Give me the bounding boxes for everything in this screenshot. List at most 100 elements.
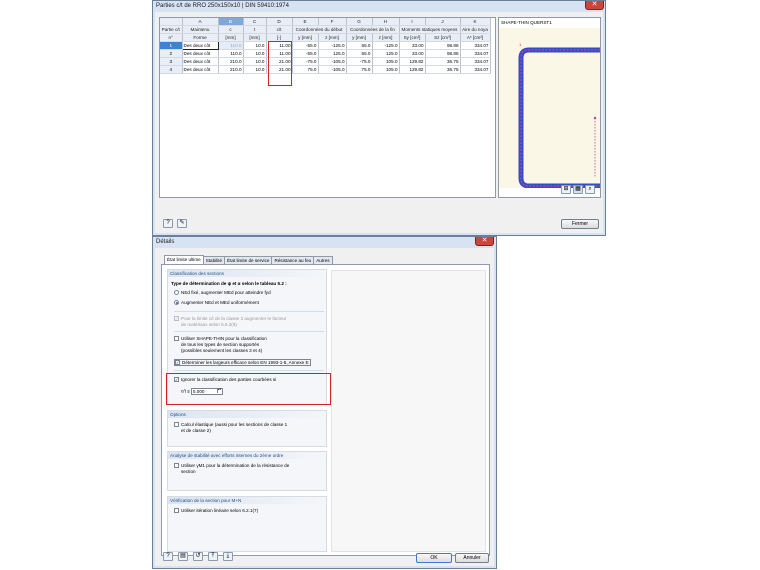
col-letter[interactable]: I — [399, 18, 426, 26]
col-letter[interactable]: H — [372, 18, 400, 26]
cell-z2[interactable]: 105.0 — [372, 65, 400, 74]
cell-z1[interactable]: 125.0 — [318, 49, 347, 58]
checkbox-linear-iteration[interactable]: Utiliser itération linéaire selon 6.2.1(… — [174, 508, 258, 514]
cancel-button[interactable]: Annuler — [455, 553, 489, 563]
cell-sz[interactable]: 36.75 — [425, 65, 461, 74]
checkbox-shape-thin[interactable]: Utiliser SHAPE-THIN pour la classificati… — [174, 336, 267, 342]
cell-z2[interactable]: 105.0 — [372, 57, 400, 66]
table-row[interactable]: 2 Des deux côt 110.0 10.0 11.00 -55.0 125.0 55.… — [160, 49, 491, 58]
section-graphic-panel: SHAPE-THIN QUERST1 1 ⊞ ▦ ⌕ — [498, 17, 601, 198]
cell-c[interactable]: 210.0 — [218, 65, 244, 74]
cell-form[interactable]: Des deux côt — [182, 57, 219, 66]
cell-y1[interactable]: -55.0 — [292, 49, 319, 58]
display-icon[interactable]: ▦ — [573, 185, 583, 194]
col-header: Maintenu — [182, 25, 219, 34]
row-number[interactable]: 3 — [160, 57, 183, 66]
col-letter[interactable]: J — [425, 18, 461, 26]
table-row[interactable]: 1 Des deux côt 110.0 10.0 11.00 -55.0 -125.0 55… — [160, 41, 491, 50]
close-window-button[interactable]: ✕ — [585, 1, 604, 10]
cell-t[interactable]: 10.0 — [243, 49, 267, 58]
col-header: t — [243, 25, 267, 34]
cell-sy[interactable]: 129.82 — [399, 57, 426, 66]
col-unit: [mm] — [243, 33, 267, 42]
cell-z1[interactable]: -105.0 — [318, 57, 347, 66]
help-icon[interactable]: ? — [163, 552, 173, 561]
cell-z1[interactable]: -125.0 — [318, 41, 347, 50]
cell-z2[interactable]: 125.0 — [372, 49, 400, 58]
cell-sy[interactable]: 33.00 — [399, 49, 426, 58]
radio-ned-fixed-indicator[interactable] — [174, 290, 179, 296]
checkbox-class3-indicator[interactable]: ✓ — [174, 316, 179, 322]
cell-form[interactable]: Des deux côt — [182, 65, 219, 74]
reset-icon[interactable]: ↺ — [193, 552, 203, 561]
col-letter[interactable]: C — [243, 18, 267, 26]
cell-c[interactable]: 210.0 — [218, 57, 244, 66]
checkbox-effective-indicator[interactable]: ✓ — [175, 360, 180, 366]
checkbox-shape-thin-indicator[interactable] — [174, 336, 179, 342]
row-number[interactable]: 2 — [160, 49, 183, 58]
cell-y1[interactable]: 75.0 — [292, 65, 319, 74]
load-icon[interactable]: ⤓ — [223, 552, 233, 561]
row-number[interactable]: 1 — [160, 41, 183, 50]
radio-increase-uniform-indicator[interactable] — [174, 300, 179, 306]
cell-z2[interactable]: -125.0 — [372, 41, 400, 50]
close-button[interactable]: Fermer — [561, 219, 599, 229]
cell-sy[interactable]: 33.00 — [399, 41, 426, 50]
radio-ned-fixed[interactable]: NEd fixé, augmenter MEd pour atteindre f… — [174, 290, 271, 296]
cell-y1[interactable]: -75.0 — [292, 57, 319, 66]
cell-sz[interactable]: 98.88 — [425, 41, 461, 50]
table-icon[interactable]: ▤ — [178, 552, 188, 561]
cell-y2[interactable]: 55.0 — [346, 49, 373, 58]
checkbox-elastic-indicator[interactable] — [174, 422, 179, 428]
checkbox-gamma-indicator[interactable] — [174, 463, 179, 469]
cell-y2[interactable]: 55.0 — [346, 41, 373, 50]
cell-a[interactable]: 334.07 — [460, 41, 491, 50]
view-icon[interactable]: ⊞ — [561, 185, 571, 194]
shape-line3-row: (possibles seulement les classes 3 et 4) — [181, 348, 262, 353]
cell-t[interactable]: 10.0 — [243, 57, 267, 66]
row-number[interactable]: 4 — [160, 65, 183, 74]
zoom-icon[interactable]: ⌕ — [585, 185, 595, 194]
close-dialog-button[interactable]: ✕ — [475, 237, 494, 246]
cell-t[interactable]: 10.0 — [243, 41, 267, 50]
cell-y2[interactable]: 75.0 — [346, 65, 373, 74]
col-letter[interactable]: D — [266, 18, 293, 26]
checkbox-elastic[interactable]: Calcul élastique (aussi pour les section… — [174, 422, 287, 428]
col-unit: y [mm] — [346, 33, 373, 42]
checkbox-gamma-m1[interactable]: Utiliser γM1 pour la détermination de la… — [174, 463, 289, 469]
col-letter[interactable]: A — [182, 18, 219, 26]
edit-icon[interactable]: ✎ — [177, 219, 187, 228]
cell-y1[interactable]: -55.0 — [292, 41, 319, 50]
cell-c[interactable]: 110.0 — [218, 41, 244, 50]
cell-a[interactable]: 334.07 — [460, 49, 491, 58]
cell-sz[interactable]: 98.88 — [425, 49, 461, 58]
checkbox-class3-factor[interactable]: ✓ Pour la limite c/t de la classe 3 augme… — [174, 316, 286, 322]
help-icon[interactable]: ? — [163, 219, 173, 228]
col-letter[interactable]: K — [460, 18, 491, 26]
effective-label: Déterminer les largeurs efficace selon E… — [182, 360, 309, 365]
col-letter[interactable]: G — [346, 18, 373, 26]
type-label-text: Type de détermination de ψ et α selon le… — [171, 281, 287, 286]
cell-z1[interactable]: -105.0 — [318, 65, 347, 74]
table-row[interactable]: 4 Des deux côt 210.0 10.0 21.00 75.0 -105.0 75.… — [160, 65, 491, 74]
col-letter[interactable]: E — [292, 18, 319, 26]
cell-form[interactable]: Des deux côt — [181, 41, 219, 50]
col-letter[interactable]: B — [218, 18, 244, 26]
corner-cell — [160, 18, 183, 26]
cell-t[interactable]: 10.0 — [243, 65, 267, 74]
radio-increase-uniform[interactable]: Augmenter NEd et MEd uniformément — [174, 300, 259, 306]
cell-a[interactable]: 334.07 — [460, 65, 491, 74]
col-letter[interactable]: F — [318, 18, 347, 26]
ok-button[interactable]: OK — [416, 553, 452, 563]
cell-y2[interactable]: -75.0 — [346, 57, 373, 66]
col-unit: Sy [cm³] — [399, 33, 426, 42]
cell-sy[interactable]: 129.82 — [399, 65, 426, 74]
checkbox-linear-indicator[interactable] — [174, 508, 179, 514]
cell-a[interactable]: 334.07 — [460, 57, 491, 66]
checkbox-effective-widths[interactable]: ✓ Déterminer les largeurs efficace selon … — [174, 359, 311, 367]
cell-c[interactable]: 110.0 — [218, 49, 244, 58]
cell-form[interactable]: Des deux côt — [182, 49, 219, 58]
cell-sz[interactable]: 36.75 — [425, 57, 461, 66]
table-row[interactable]: 3 Des deux côt 210.0 10.0 21.00 -75.0 -105.0 -7… — [160, 57, 491, 66]
save-icon[interactable]: ⤒ — [208, 552, 218, 561]
